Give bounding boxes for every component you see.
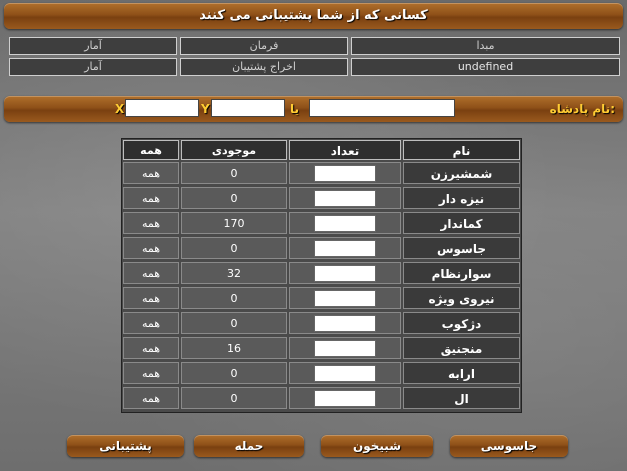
troop-count-input[interactable] xyxy=(314,290,376,307)
header-count: تعداد xyxy=(289,140,401,160)
table-row: همه 170 کماندار xyxy=(123,212,520,234)
select-all-link[interactable]: همه xyxy=(123,287,179,309)
king-name-label: نام پادشاه: xyxy=(549,102,615,116)
troop-count-input[interactable] xyxy=(314,215,376,232)
select-all-link[interactable]: همه xyxy=(123,187,179,209)
available-count: 0 xyxy=(181,312,287,334)
stats-link-2[interactable]: آمار xyxy=(9,58,177,76)
available-count: 0 xyxy=(181,287,287,309)
support-button[interactable]: پشتیبانی xyxy=(67,435,184,457)
table-row: همه 32 سوارنظام xyxy=(123,262,520,284)
table-header-row: همه موجودی تعداد نام xyxy=(123,140,520,162)
troop-name: سوارنظام xyxy=(403,262,520,284)
table-row: همه 0 شمشیرزن xyxy=(123,162,520,184)
count-cell xyxy=(289,312,401,334)
origin-header: مبدا xyxy=(351,37,620,55)
troop-count-input[interactable] xyxy=(314,315,376,332)
header-all: همه xyxy=(123,140,179,160)
troop-count-input[interactable] xyxy=(314,365,376,382)
count-cell xyxy=(289,187,401,209)
count-cell xyxy=(289,237,401,259)
command-header: فرمان xyxy=(180,37,348,55)
supporters-grid: آمار فرمان مبدا آمار اخراج پشتیبان undef… xyxy=(9,37,621,79)
page-title: کسانی که از شما پشتیبانی می کنند xyxy=(199,8,428,23)
available-count: 0 xyxy=(181,362,287,384)
select-all-link[interactable]: همه xyxy=(123,237,179,259)
select-all-link[interactable]: همه xyxy=(123,362,179,384)
table-row: همه 0 نیروی ویژه xyxy=(123,287,520,309)
troop-name: دژکوب xyxy=(403,312,520,334)
available-count: 0 xyxy=(181,387,287,409)
select-all-link[interactable]: همه xyxy=(123,262,179,284)
count-cell xyxy=(289,362,401,384)
y-coordinate-input[interactable] xyxy=(211,99,285,117)
count-cell xyxy=(289,212,401,234)
troop-name: منجنیق xyxy=(403,337,520,359)
troop-name: شمشیرزن xyxy=(403,162,520,184)
table-row: همه 0 دژکوب xyxy=(123,312,520,334)
troop-name: نیروی ویژه xyxy=(403,287,520,309)
table-row: همه 0 ارابه xyxy=(123,362,520,384)
available-count: 0 xyxy=(181,187,287,209)
select-all-link[interactable]: همه xyxy=(123,162,179,184)
select-all-link[interactable]: همه xyxy=(123,212,179,234)
count-cell xyxy=(289,387,401,409)
available-count: 0 xyxy=(181,237,287,259)
troop-name: ال xyxy=(403,387,520,409)
available-count: 32 xyxy=(181,262,287,284)
available-count: 0 xyxy=(181,162,287,184)
page-title-banner: کسانی که از شما پشتیبانی می کنند xyxy=(4,3,623,29)
troop-name: کماندار xyxy=(403,212,520,234)
dismiss-support-link[interactable]: اخراج پشتیبان xyxy=(180,58,348,76)
y-label: Y xyxy=(201,102,210,116)
table-row: همه 0 جاسوس xyxy=(123,237,520,259)
troop-count-input[interactable] xyxy=(314,240,376,257)
king-name-input[interactable] xyxy=(309,99,455,117)
table-row: همه 16 منجنیق xyxy=(123,337,520,359)
count-cell xyxy=(289,262,401,284)
raid-button[interactable]: شبیخون xyxy=(321,435,433,457)
header-name: نام xyxy=(403,140,520,160)
troop-count-input[interactable] xyxy=(314,340,376,357)
target-bar: نام پادشاه: یا Y X xyxy=(4,96,623,122)
troop-count-input[interactable] xyxy=(314,265,376,282)
troop-name: ارابه xyxy=(403,362,520,384)
attack-button[interactable]: حمله xyxy=(194,435,304,457)
table-row: همه 0 نیزه دار xyxy=(123,187,520,209)
troop-count-input[interactable] xyxy=(314,190,376,207)
available-count: 16 xyxy=(181,337,287,359)
select-all-link[interactable]: همه xyxy=(123,387,179,409)
troops-table: همه موجودی تعداد نام همه 0 شمشیرزن همه 0… xyxy=(121,138,522,413)
header-available: موجودی xyxy=(181,140,287,160)
troop-name: جاسوس xyxy=(403,237,520,259)
stats-link[interactable]: آمار xyxy=(9,37,177,55)
available-count: 170 xyxy=(181,212,287,234)
troop-name: نیزه دار xyxy=(403,187,520,209)
count-cell xyxy=(289,287,401,309)
spy-button[interactable]: جاسوسی xyxy=(450,435,568,457)
select-all-link[interactable]: همه xyxy=(123,312,179,334)
select-all-link[interactable]: همه xyxy=(123,337,179,359)
origin-value: undefined xyxy=(351,58,620,76)
table-row: همه 0 ال xyxy=(123,387,520,409)
or-label: یا xyxy=(290,102,300,116)
x-coordinate-input[interactable] xyxy=(125,99,199,117)
troop-count-input[interactable] xyxy=(314,390,376,407)
troop-count-input[interactable] xyxy=(314,165,376,182)
count-cell xyxy=(289,337,401,359)
x-label: X xyxy=(115,102,125,116)
count-cell xyxy=(289,162,401,184)
